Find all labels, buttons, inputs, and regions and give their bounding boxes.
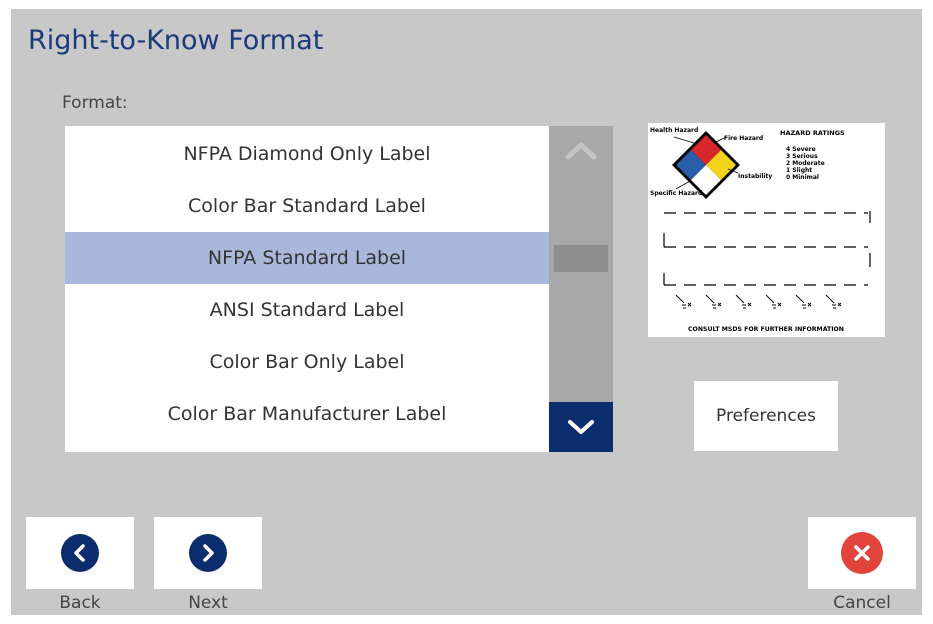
list-item[interactable]: Color Bar Only Label xyxy=(65,336,549,388)
back-label: Back xyxy=(59,593,101,613)
rating-2: 2 Moderate xyxy=(786,160,825,167)
cancel-button[interactable] xyxy=(808,517,916,589)
rating-3: 3 Serious xyxy=(786,153,818,160)
rating-1: 1 Slight xyxy=(786,167,812,174)
fire-hazard-text: Fire Hazard xyxy=(724,135,763,142)
scroll-down-button[interactable] xyxy=(549,402,613,452)
label-preview: Health Hazard Fire Hazard HAZARD RATINGS… xyxy=(648,123,885,337)
hazard-ratings-title: HAZARD RATINGS xyxy=(780,129,845,137)
list-item[interactable]: Color Bar Manufacturer Label xyxy=(65,388,549,440)
next-arrow-icon xyxy=(189,534,227,572)
next-button[interactable] xyxy=(154,517,262,589)
cancel-label: Cancel xyxy=(833,593,891,613)
instability-text: Instability xyxy=(738,173,772,180)
scrollbar[interactable] xyxy=(549,126,613,452)
page-title: Right-to-Know Format xyxy=(28,25,324,56)
specific-hazard-text: Specific Hazard xyxy=(650,190,702,197)
consult-msds-text: CONSULT MSDS FOR FURTHER INFORMATION xyxy=(688,326,844,333)
list-item[interactable]: Color Bar Standard Label xyxy=(65,180,549,232)
chevron-down-icon xyxy=(568,420,594,434)
preferences-button[interactable]: Preferences xyxy=(694,381,838,451)
list-item-selected[interactable]: NFPA Standard Label xyxy=(65,232,549,284)
rating-4: 4 Severe xyxy=(786,146,816,153)
list-item[interactable]: ANSI Standard Label xyxy=(65,284,549,336)
scroll-thumb[interactable] xyxy=(554,245,608,272)
next-label: Next xyxy=(188,593,228,613)
chevron-up-icon xyxy=(565,142,597,160)
format-list[interactable]: NFPA Diamond Only Label Color Bar Standa… xyxy=(65,126,549,452)
health-hazard-text: Health Hazard xyxy=(650,127,698,134)
nfpa-label-preview-image: Health Hazard Fire Hazard HAZARD RATINGS… xyxy=(650,127,871,333)
rating-0: 0 Minimal xyxy=(786,174,819,181)
screen: Right-to-Know Format Format: NFPA Diamon… xyxy=(11,9,922,615)
format-label: Format: xyxy=(62,93,128,113)
scroll-up-button[interactable] xyxy=(549,126,613,176)
close-icon xyxy=(841,532,883,574)
back-arrow-icon xyxy=(61,534,99,572)
back-button[interactable] xyxy=(26,517,134,589)
list-item[interactable]: NFPA Diamond Only Label xyxy=(65,128,549,180)
